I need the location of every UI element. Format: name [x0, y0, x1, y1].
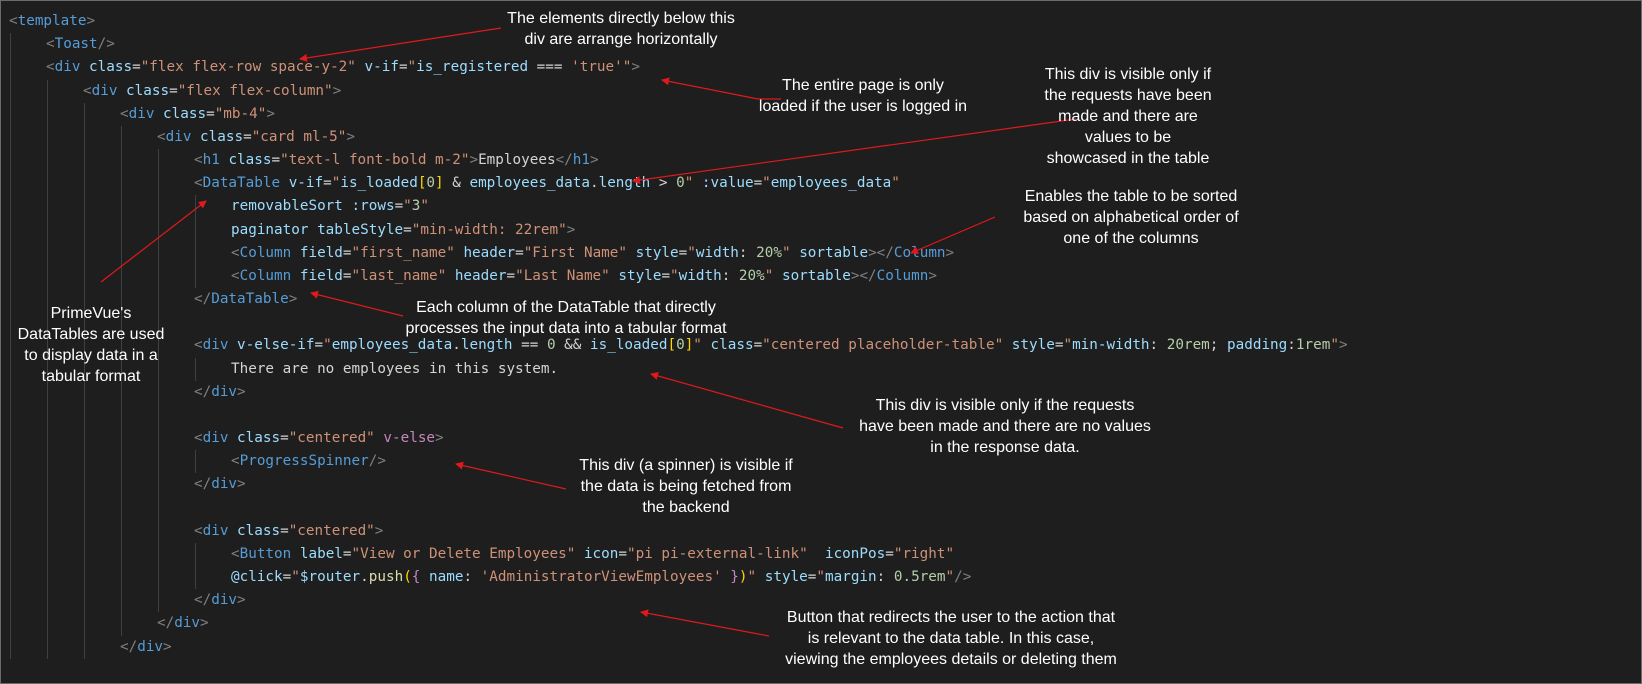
annotation-text: This div is visible only if the requests…	[1044, 66, 1212, 167]
annotation-arrow	[640, 609, 770, 637]
annotation-text: Enables the table to be sorted based on …	[1023, 188, 1239, 247]
annotation-arrow	[299, 27, 502, 62]
annotation-text: Button that redirects the user to the ac…	[785, 609, 1117, 668]
annotation-arrow	[455, 461, 567, 490]
annotation-arrow	[100, 200, 207, 283]
annotation-text: PrimeVue's DataTables are used to displa…	[17, 305, 165, 385]
annotation-text: The elements directly below this div are…	[507, 10, 735, 48]
annotation-text: The entire page is only loaded if the us…	[758, 77, 968, 115]
annotation-text: This div is visible only if the requests…	[859, 397, 1151, 456]
annotation-arrow	[632, 118, 1077, 184]
annotation-arrow	[310, 290, 404, 317]
code-editor[interactable]: <template> <Toast/> <div class="flex flex-…	[0, 0, 1642, 684]
annotation-text: Each column of the DataTable that direct…	[405, 299, 727, 337]
annotation-arrow	[650, 372, 844, 429]
annotation-text: This div (a spinner) is visible if the d…	[579, 457, 793, 516]
annotation-arrow	[910, 216, 996, 254]
